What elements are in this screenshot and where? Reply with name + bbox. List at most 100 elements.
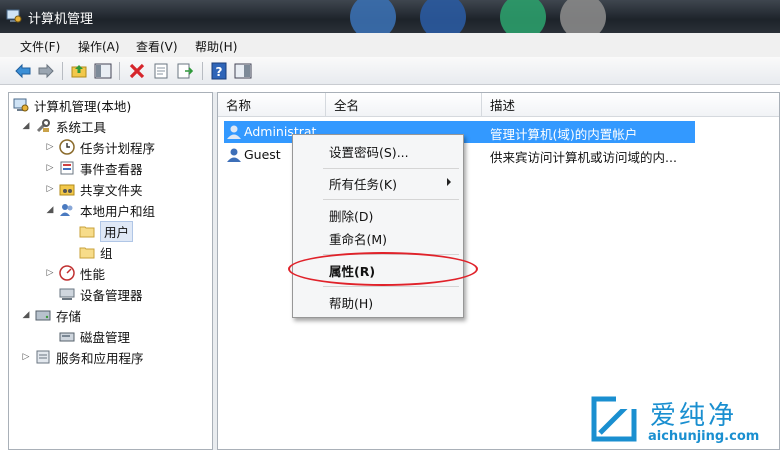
user-icon — [227, 125, 241, 139]
background-blob — [350, 0, 396, 33]
folder-icon — [79, 247, 95, 259]
menu-separator — [323, 168, 459, 169]
computer-management-icon — [6, 9, 22, 23]
shared-folder-icon — [59, 184, 75, 196]
tree-item-storage[interactable]: ◢ 存储 — [21, 305, 81, 325]
highlight-ring — [288, 252, 478, 286]
tree-item-label: 服务和应用程序 — [56, 350, 144, 366]
watermark-logo-icon — [591, 395, 638, 442]
users-icon — [60, 204, 73, 216]
menu-item-label: 重命名(M) — [329, 231, 388, 247]
context-menu: 设置密码(S)... 所有任务(K) 删除(D) 重命名(M) 属性(R) 帮助… — [292, 134, 464, 318]
disk-icon — [59, 332, 75, 342]
event-viewer-icon — [60, 161, 74, 175]
tree-item-label: 计算机管理(本地) — [34, 98, 132, 114]
cell-description: 供来宾访问计算机或访问域的内... — [490, 150, 677, 165]
title-bar: 计算机管理 — [0, 0, 780, 33]
menu-separator — [323, 286, 459, 287]
menu-separator — [323, 199, 459, 200]
navigation-tree: 计算机管理(本地) ◢ 系统工具 ▷ 任务计划程序 ▷ 事件查看器 ▷ 共享文件… — [8, 92, 213, 450]
toolbar: ? — [0, 57, 780, 85]
help-icon[interactable]: ? — [210, 62, 228, 80]
column-header-name[interactable]: 名称 — [218, 93, 326, 117]
expand-icon[interactable]: ▷ — [45, 142, 55, 152]
background-blob — [420, 0, 466, 33]
expand-icon[interactable]: ▷ — [21, 352, 31, 362]
menu-item-rename[interactable]: 重命名(M) — [295, 227, 461, 249]
tree-item-label: 系统工具 — [56, 119, 107, 135]
watermark-url: aichunjing.com — [648, 429, 760, 444]
menu-item-label: 删除(D) — [329, 208, 374, 224]
tree-item-label: 本地用户和组 — [80, 203, 156, 219]
background-blob — [560, 0, 606, 33]
toolbar-separator — [202, 62, 203, 80]
computer-management-icon — [13, 98, 29, 112]
up-folder-icon[interactable] — [70, 62, 88, 80]
tree-item-local-users-groups[interactable]: ◢ 本地用户和组 — [45, 200, 155, 220]
tree-item-label: 事件查看器 — [80, 161, 143, 177]
collapse-icon[interactable]: ◢ — [45, 205, 55, 215]
tree-item-label: 性能 — [80, 266, 106, 282]
tree-item-label: 设备管理器 — [80, 287, 143, 303]
export-list-icon[interactable] — [176, 62, 194, 80]
tree-item-task-scheduler[interactable]: ▷ 任务计划程序 — [45, 137, 155, 157]
collapse-icon[interactable]: ◢ — [21, 310, 31, 320]
view-icon[interactable] — [234, 62, 252, 80]
menu-item-label: 设置密码(S)... — [329, 144, 409, 160]
tree-item-label: 组 — [100, 245, 113, 261]
watermark-text: 爱纯净 — [650, 401, 738, 431]
submenu-arrow-icon — [447, 178, 451, 186]
tree-item-root[interactable]: 计算机管理(本地) — [13, 95, 131, 115]
collapse-icon[interactable]: ◢ — [21, 121, 31, 131]
expand-icon[interactable]: ▷ — [45, 163, 55, 173]
show-hide-tree-icon[interactable] — [94, 62, 112, 80]
column-header-description[interactable]: 描述 — [482, 93, 779, 117]
expand-icon[interactable]: ▷ — [45, 184, 55, 194]
tree-item-label: 磁盘管理 — [80, 329, 131, 345]
background-blob — [500, 0, 546, 33]
services-icon — [36, 350, 50, 364]
folder-icon — [79, 226, 95, 238]
window-title: 计算机管理 — [28, 12, 94, 27]
forward-arrow-icon[interactable] — [37, 62, 55, 80]
performance-icon — [59, 265, 75, 281]
menu-help[interactable]: 帮助(H) — [195, 38, 237, 55]
watermark: 爱纯净 aichunjing.com — [590, 395, 780, 450]
menu-action[interactable]: 操作(A) — [78, 38, 120, 55]
column-header-full-name[interactable]: 全名 — [326, 93, 482, 117]
storage-icon — [35, 310, 51, 321]
expand-icon[interactable]: ▷ — [45, 268, 55, 278]
menu-item-label: 帮助(H) — [329, 295, 374, 311]
tree-item-label: 存储 — [56, 308, 82, 324]
device-manager-icon — [59, 288, 75, 300]
menu-file[interactable]: 文件(F) — [20, 38, 60, 55]
menu-item-label: 所有任务(K) — [329, 176, 397, 192]
tree-item-label: 用户 — [100, 220, 134, 242]
toolbar-separator — [62, 62, 63, 80]
tree-item-performance[interactable]: ▷ 性能 — [45, 263, 105, 283]
clock-icon — [59, 139, 75, 155]
tree-item-groups[interactable]: 组 — [79, 242, 113, 262]
tree-item-event-viewer[interactable]: ▷ 事件查看器 — [45, 158, 143, 178]
tree-item-label: 任务计划程序 — [80, 140, 156, 156]
tree-item-services-apps[interactable]: ▷ 服务和应用程序 — [21, 347, 144, 367]
menu-item-set-password[interactable]: 设置密码(S)... — [295, 140, 461, 162]
cell-description: 管理计算机(域)的内置帐户 — [490, 127, 638, 142]
tree-item-device-manager[interactable]: 设备管理器 — [59, 284, 143, 304]
tree-item-disk-management[interactable]: 磁盘管理 — [59, 326, 130, 346]
menu-view[interactable]: 查看(V) — [136, 38, 178, 55]
menu-item-help[interactable]: 帮助(H) — [295, 291, 461, 313]
menu-bar: 文件(F) 操作(A) 查看(V) 帮助(H) — [0, 33, 780, 57]
toolbar-separator — [119, 62, 120, 80]
tree-item-shared-folders[interactable]: ▷ 共享文件夹 — [45, 179, 143, 199]
tree-item-users[interactable]: 用户 — [79, 220, 134, 242]
tree-item-system-tools[interactable]: ◢ 系统工具 — [21, 116, 106, 136]
tree-item-label: 共享文件夹 — [80, 182, 143, 198]
menu-item-delete[interactable]: 删除(D) — [295, 204, 461, 226]
delete-icon[interactable] — [128, 62, 146, 80]
back-arrow-icon[interactable] — [14, 62, 32, 80]
svg-text:?: ? — [216, 65, 223, 79]
menu-item-all-tasks[interactable]: 所有任务(K) — [295, 172, 461, 194]
user-icon — [227, 148, 241, 162]
properties-icon[interactable] — [152, 62, 170, 80]
